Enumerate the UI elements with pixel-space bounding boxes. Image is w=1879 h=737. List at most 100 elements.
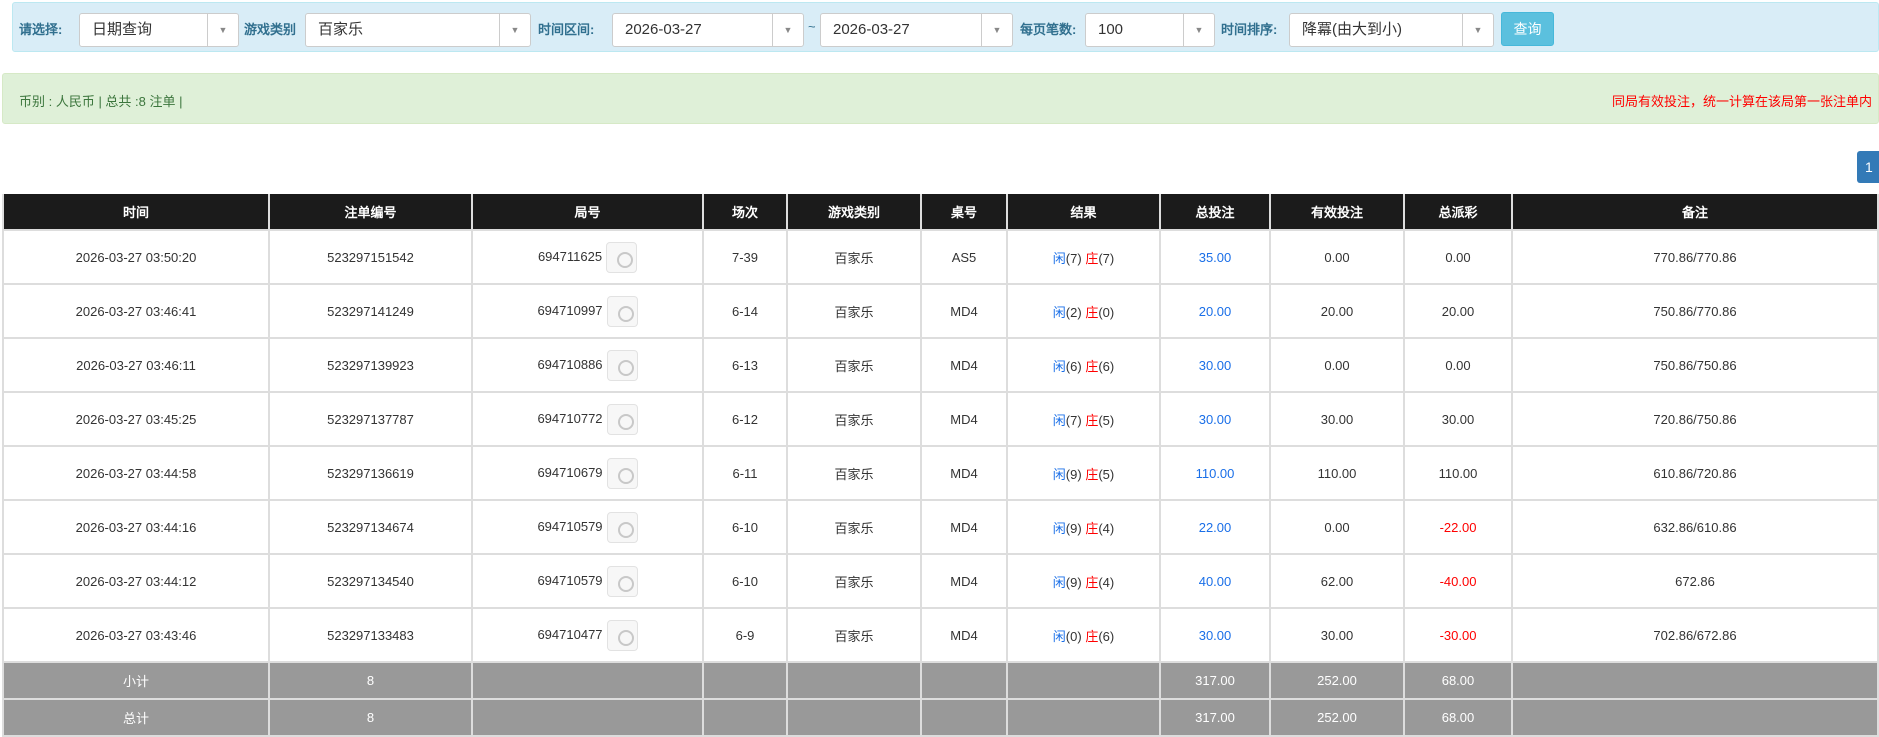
note-cell: 702.86/672.86 [1511,607,1879,663]
column-header: 结果 [1006,194,1161,231]
payout-cell: 20.00 [1403,283,1513,339]
note: 770.86/770.86 [1653,249,1737,265]
total-cell [1006,698,1161,737]
game-cell: 百家乐 [786,445,922,501]
session: 7-39 [731,249,759,265]
session: 6-11 [732,465,758,481]
column-header: 备注 [1511,194,1879,231]
player-label: 闲 [1052,466,1066,482]
valid-bet: 62.00 [1320,573,1354,589]
video-replay-icon[interactable] [606,511,638,543]
summary-text: 币别 : 人民币 | 总共 :8 注单 | [19,94,183,109]
total-bet: 30.00 [1198,627,1232,643]
game-cell: 百家乐 [786,607,922,663]
page-1-button[interactable]: 1 [1857,151,1879,183]
column-header: 游戏类别 [786,194,922,231]
column-header: 局号 [471,194,704,231]
game-type: 百家乐 [834,304,874,320]
total-bet: 30.00 [1198,357,1232,373]
video-replay-icon[interactable] [606,241,638,273]
table-row: 2026-03-27 03:44:58 523297136619 6947106… [2,445,1879,501]
valid-bet: 0.00 [1324,357,1350,373]
column-header: 总投注 [1159,194,1271,231]
bet-cell: 110.00 [1159,445,1271,501]
total-cell [786,698,922,737]
bet-cell: 22.00 [1159,499,1271,555]
column-header: 桌号 [920,194,1008,231]
total-payout: 68.00 [1441,710,1475,725]
column-header: 注单编号 [268,194,473,231]
table-row: 2026-03-27 03:43:46 523297133483 6947104… [2,607,1879,663]
sort-label: 时间排序: [1221,22,1278,37]
video-replay-icon[interactable] [606,565,638,597]
order-number: 523297136619 [327,465,414,481]
time-cell: 2026-03-27 03:44:58 [2,445,270,501]
player-value: (9) [1065,520,1082,536]
round-number: 694710579 [537,518,603,534]
total-cell: 8 [268,698,473,737]
game-cell: 百家乐 [786,499,922,555]
time-cell: 2026-03-27 03:44:12 [2,553,270,609]
table-cell: MD4 [920,337,1008,393]
round-cell: 694710886 [471,337,704,393]
table-row: 2026-03-27 03:45:25 523297137787 6947107… [2,391,1879,447]
round-number: 694710579 [537,572,603,588]
search-button[interactable]: 查询 [1501,12,1554,46]
subtotal-cell: 68.00 [1403,661,1513,700]
subtotal-cell [786,661,922,700]
video-replay-icon[interactable] [606,349,638,381]
date-to-input[interactable]: 2026-03-27 ▼ [820,13,1013,47]
player-value: (9) [1065,574,1082,590]
session-cell: 7-39 [702,229,788,285]
sort-select[interactable]: 降冪(由大到小) ▼ [1289,13,1494,47]
video-replay-icon[interactable] [606,619,638,651]
subtotal-cell: 317.00 [1159,661,1271,700]
session: 6-10 [731,519,759,535]
chevron-down-icon: ▼ [207,14,238,46]
time-cell: 2026-03-27 03:46:11 [2,337,270,393]
round-number: 694710886 [537,356,603,372]
note: 750.86/750.86 [1653,357,1737,373]
table-row: 2026-03-27 03:46:41 523297141249 6947109… [2,283,1879,339]
round-cell: 694710477 [471,607,704,663]
range-separator: ~ [808,19,816,34]
game-type: 百家乐 [834,412,874,428]
game-cell: 百家乐 [786,391,922,447]
time: 2026-03-27 03:46:11 [76,357,196,373]
date-from-input[interactable]: 2026-03-27 ▼ [612,13,804,47]
query-type-select[interactable]: 日期查询 ▼ [79,13,239,47]
result-cell: 闲(7) 庄(5) [1006,391,1161,447]
chevron-down-icon: ▼ [1183,14,1214,46]
banker-label: 庄 [1085,520,1099,536]
payout-cell: 0.00 [1403,337,1513,393]
game-select[interactable]: 百家乐 ▼ [305,13,531,47]
banker-value: (4) [1098,520,1115,536]
total-cell: 252.00 [1269,698,1405,737]
time: 2026-03-27 03:43:46 [75,627,197,643]
per-page-value: 100 [1098,21,1124,38]
total-cell: 总计 [2,698,270,737]
subtotal-valid: 252.00 [1317,673,1357,688]
per-page-select[interactable]: 100 ▼ [1085,13,1215,47]
player-value: (7) [1065,250,1082,266]
query-type-value: 日期查询 [92,21,153,38]
session: 6-12 [731,411,759,427]
chevron-down-icon: ▼ [981,14,1012,46]
total-bet: 35.00 [1198,249,1232,265]
notice-text: 同局有效投注，统一计算在该局第一张注单内 [1611,94,1872,109]
round-cell: 694710772 [471,391,704,447]
video-replay-icon[interactable] [606,457,638,489]
order-cell: 523297139923 [268,337,473,393]
video-replay-icon[interactable] [606,403,638,435]
subtotal-cell [1511,661,1879,700]
table-cell: MD4 [920,553,1008,609]
valid-bet: 0.00 [1324,519,1350,535]
subtotal-label: 小计 [122,674,149,689]
subtotal-count: 8 [366,673,375,688]
time: 2026-03-27 03:50:20 [75,249,197,265]
total-count: 8 [366,710,375,725]
order-cell: 523297134674 [268,499,473,555]
video-replay-icon[interactable] [606,295,638,327]
table-row: 2026-03-27 03:44:12 523297134540 6947105… [2,553,1879,609]
total-bet: 30.00 [1198,411,1232,427]
